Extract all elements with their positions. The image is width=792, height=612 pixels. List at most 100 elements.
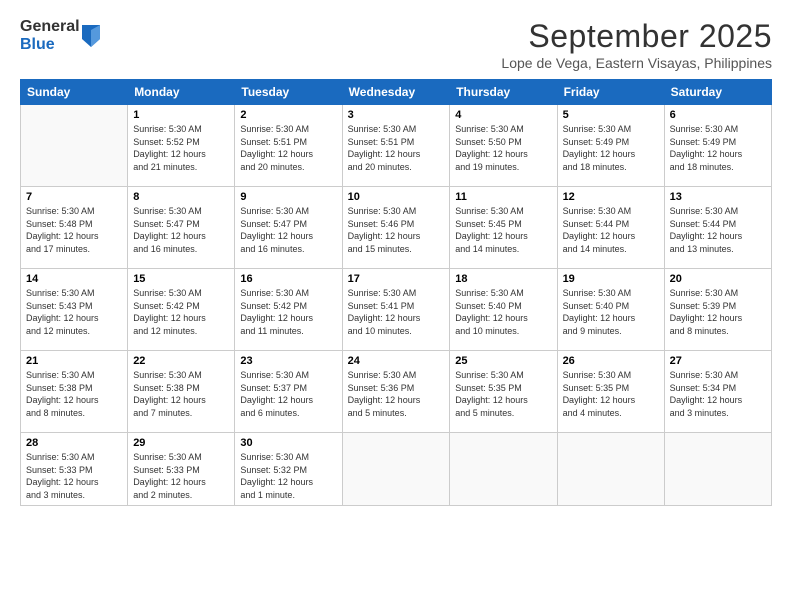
day-info: Sunrise: 5:30 AM Sunset: 5:35 PM Dayligh… bbox=[563, 369, 659, 419]
table-row: 28 Sunrise: 5:30 AM Sunset: 5:33 PM Dayli… bbox=[21, 433, 128, 506]
table-row bbox=[664, 433, 771, 506]
table-row: 4 Sunrise: 5:30 AM Sunset: 5:50 PM Daylig… bbox=[450, 105, 557, 187]
table-row: 26 Sunrise: 5:30 AM Sunset: 5:35 PM Dayli… bbox=[557, 351, 664, 433]
day-number: 14 bbox=[26, 273, 122, 285]
day-number: 6 bbox=[670, 109, 766, 121]
day-info: Sunrise: 5:30 AM Sunset: 5:43 PM Dayligh… bbox=[26, 287, 122, 337]
table-row: 9 Sunrise: 5:30 AM Sunset: 5:47 PM Daylig… bbox=[235, 187, 342, 269]
day-number: 4 bbox=[455, 109, 551, 121]
day-info: Sunrise: 5:30 AM Sunset: 5:52 PM Dayligh… bbox=[133, 123, 229, 173]
day-info: Sunrise: 5:30 AM Sunset: 5:38 PM Dayligh… bbox=[26, 369, 122, 419]
day-number: 3 bbox=[348, 109, 445, 121]
day-number: 15 bbox=[133, 273, 229, 285]
day-info: Sunrise: 5:30 AM Sunset: 5:41 PM Dayligh… bbox=[348, 287, 445, 337]
day-number: 19 bbox=[563, 273, 659, 285]
day-number: 18 bbox=[455, 273, 551, 285]
day-number: 22 bbox=[133, 355, 229, 367]
table-row: 30 Sunrise: 5:30 AM Sunset: 5:32 PM Dayli… bbox=[235, 433, 342, 506]
table-row: 14 Sunrise: 5:30 AM Sunset: 5:43 PM Dayli… bbox=[21, 269, 128, 351]
day-info: Sunrise: 5:30 AM Sunset: 5:33 PM Dayligh… bbox=[26, 451, 122, 501]
table-row: 1 Sunrise: 5:30 AM Sunset: 5:52 PM Daylig… bbox=[128, 105, 235, 187]
table-row bbox=[342, 433, 450, 506]
day-info: Sunrise: 5:30 AM Sunset: 5:48 PM Dayligh… bbox=[26, 205, 122, 255]
day-info: Sunrise: 5:30 AM Sunset: 5:49 PM Dayligh… bbox=[670, 123, 766, 173]
day-number: 27 bbox=[670, 355, 766, 367]
day-number: 12 bbox=[563, 191, 659, 203]
main-title: September 2025 bbox=[501, 18, 772, 55]
day-info: Sunrise: 5:30 AM Sunset: 5:50 PM Dayligh… bbox=[455, 123, 551, 173]
day-info: Sunrise: 5:30 AM Sunset: 5:38 PM Dayligh… bbox=[133, 369, 229, 419]
table-row: 18 Sunrise: 5:30 AM Sunset: 5:40 PM Dayli… bbox=[450, 269, 557, 351]
header: General Blue September 2025 Lope de Vega… bbox=[20, 18, 772, 71]
table-row: 2Sunrise: 5:30 AM Sunset: 5:51 PM Daylig… bbox=[235, 105, 342, 187]
table-row: 20Sunrise: 5:30 AM Sunset: 5:39 PM Dayli… bbox=[664, 269, 771, 351]
col-sunday: Sunday bbox=[21, 80, 128, 105]
calendar-week-row: 21 Sunrise: 5:30 AM Sunset: 5:38 PM Dayli… bbox=[21, 351, 772, 433]
table-row: 21 Sunrise: 5:30 AM Sunset: 5:38 PM Dayli… bbox=[21, 351, 128, 433]
day-number: 28 bbox=[26, 437, 122, 449]
logo-blue-text: Blue bbox=[20, 36, 80, 54]
day-info: Sunrise: 5:30 AM Sunset: 5:35 PM Dayligh… bbox=[455, 369, 551, 419]
day-number: 30 bbox=[240, 437, 336, 449]
table-row: 22 Sunrise: 5:30 AM Sunset: 5:38 PM Dayli… bbox=[128, 351, 235, 433]
day-info: Sunrise: 5:30 AM Sunset: 5:44 PM Dayligh… bbox=[670, 205, 766, 255]
day-number: 23 bbox=[240, 355, 336, 367]
day-info: Sunrise: 5:30 AM Sunset: 5:51 PM Dayligh… bbox=[240, 123, 336, 173]
day-info: Sunrise: 5:30 AM Sunset: 5:45 PM Dayligh… bbox=[455, 205, 551, 255]
day-number: 21 bbox=[26, 355, 122, 367]
col-wednesday: Wednesday bbox=[342, 80, 450, 105]
day-info: Sunrise: 5:30 AM Sunset: 5:36 PM Dayligh… bbox=[348, 369, 445, 419]
table-row: 27 Sunrise: 5:30 AM Sunset: 5:34 PM Dayli… bbox=[664, 351, 771, 433]
calendar-week-row: 1 Sunrise: 5:30 AM Sunset: 5:52 PM Daylig… bbox=[21, 105, 772, 187]
day-info: Sunrise: 5:30 AM Sunset: 5:39 PM Dayligh… bbox=[670, 287, 766, 337]
day-info: Sunrise: 5:30 AM Sunset: 5:51 PM Dayligh… bbox=[348, 123, 445, 173]
table-row: 13 Sunrise: 5:30 AM Sunset: 5:44 PM Dayli… bbox=[664, 187, 771, 269]
day-number: 13 bbox=[670, 191, 766, 203]
day-info: Sunrise: 5:30 AM Sunset: 5:42 PM Dayligh… bbox=[240, 287, 336, 337]
day-info: Sunrise: 5:30 AM Sunset: 5:40 PM Dayligh… bbox=[455, 287, 551, 337]
day-info: Sunrise: 5:30 AM Sunset: 5:44 PM Dayligh… bbox=[563, 205, 659, 255]
table-row: 17Sunrise: 5:30 AM Sunset: 5:41 PM Dayli… bbox=[342, 269, 450, 351]
table-row bbox=[21, 105, 128, 187]
day-number: 5 bbox=[563, 109, 659, 121]
day-number: 29 bbox=[133, 437, 229, 449]
day-number: 26 bbox=[563, 355, 659, 367]
subtitle: Lope de Vega, Eastern Visayas, Philippin… bbox=[501, 55, 772, 71]
table-row: 7 Sunrise: 5:30 AM Sunset: 5:48 PM Daylig… bbox=[21, 187, 128, 269]
table-row: 12 Sunrise: 5:30 AM Sunset: 5:44 PM Dayli… bbox=[557, 187, 664, 269]
day-info: Sunrise: 5:30 AM Sunset: 5:37 PM Dayligh… bbox=[240, 369, 336, 419]
calendar: Sunday Monday Tuesday Wednesday Thursday… bbox=[20, 79, 772, 506]
day-number: 25 bbox=[455, 355, 551, 367]
logo: General Blue bbox=[20, 18, 100, 53]
title-block: September 2025 Lope de Vega, Eastern Vis… bbox=[501, 18, 772, 71]
day-info: Sunrise: 5:30 AM Sunset: 5:46 PM Dayligh… bbox=[348, 205, 445, 255]
calendar-week-row: 14 Sunrise: 5:30 AM Sunset: 5:43 PM Dayli… bbox=[21, 269, 772, 351]
day-number: 16 bbox=[240, 273, 336, 285]
day-info: Sunrise: 5:30 AM Sunset: 5:47 PM Dayligh… bbox=[240, 205, 336, 255]
table-row: 6 Sunrise: 5:30 AM Sunset: 5:49 PM Daylig… bbox=[664, 105, 771, 187]
day-number: 7 bbox=[26, 191, 122, 203]
day-number: 8 bbox=[133, 191, 229, 203]
day-info: Sunrise: 5:30 AM Sunset: 5:32 PM Dayligh… bbox=[240, 451, 336, 501]
day-info: Sunrise: 5:30 AM Sunset: 5:47 PM Dayligh… bbox=[133, 205, 229, 255]
day-number: 10 bbox=[348, 191, 445, 203]
day-number: 24 bbox=[348, 355, 445, 367]
table-row: 15 Sunrise: 5:30 AM Sunset: 5:42 PM Dayli… bbox=[128, 269, 235, 351]
table-row: 8 Sunrise: 5:30 AM Sunset: 5:47 PM Daylig… bbox=[128, 187, 235, 269]
table-row: 24 Sunrise: 5:30 AM Sunset: 5:36 PM Dayli… bbox=[342, 351, 450, 433]
table-row: 16 Sunrise: 5:30 AM Sunset: 5:42 PM Dayli… bbox=[235, 269, 342, 351]
calendar-week-row: 28 Sunrise: 5:30 AM Sunset: 5:33 PM Dayli… bbox=[21, 433, 772, 506]
col-monday: Monday bbox=[128, 80, 235, 105]
table-row: 11Sunrise: 5:30 AM Sunset: 5:45 PM Dayli… bbox=[450, 187, 557, 269]
calendar-week-row: 7 Sunrise: 5:30 AM Sunset: 5:48 PM Daylig… bbox=[21, 187, 772, 269]
table-row: 3 Sunrise: 5:30 AM Sunset: 5:51 PM Daylig… bbox=[342, 105, 450, 187]
day-number: 1 bbox=[133, 109, 229, 121]
table-row: 10 Sunrise: 5:30 AM Sunset: 5:46 PM Dayli… bbox=[342, 187, 450, 269]
logo-icon bbox=[82, 25, 100, 47]
table-row bbox=[450, 433, 557, 506]
day-info: Sunrise: 5:30 AM Sunset: 5:49 PM Dayligh… bbox=[563, 123, 659, 173]
day-info: Sunrise: 5:30 AM Sunset: 5:33 PM Dayligh… bbox=[133, 451, 229, 501]
day-number: 9 bbox=[240, 191, 336, 203]
day-info: Sunrise: 5:30 AM Sunset: 5:34 PM Dayligh… bbox=[670, 369, 766, 419]
day-info: Sunrise: 5:30 AM Sunset: 5:42 PM Dayligh… bbox=[133, 287, 229, 337]
